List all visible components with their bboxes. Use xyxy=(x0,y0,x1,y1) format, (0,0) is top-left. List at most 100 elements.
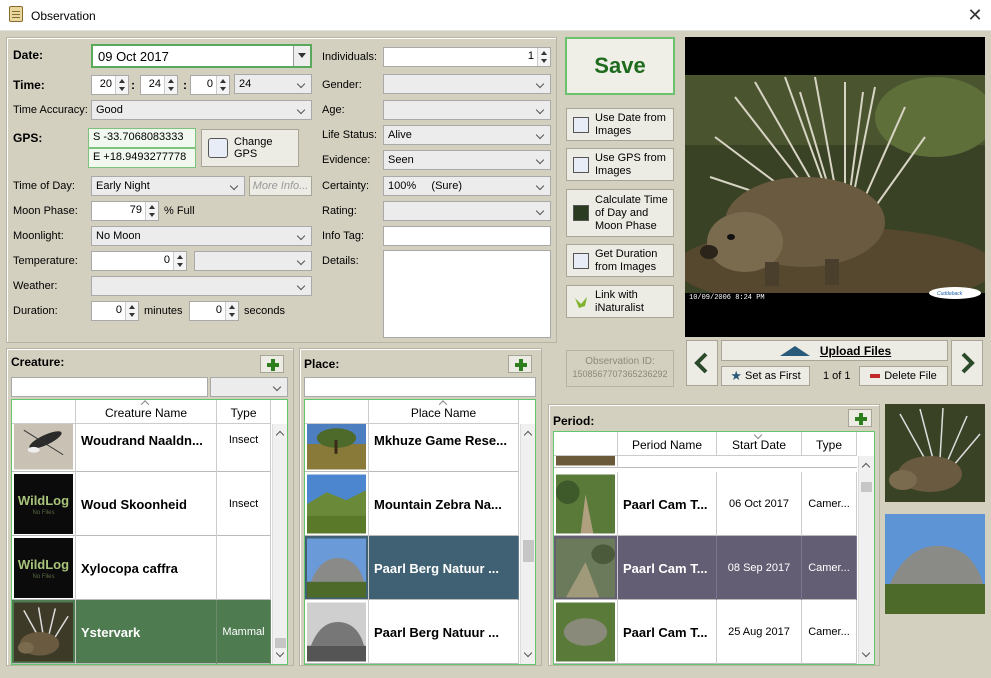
chevron-up-icon[interactable] xyxy=(523,430,533,440)
period-scrollbar[interactable] xyxy=(858,456,874,664)
evidence-label: Evidence: xyxy=(322,154,371,166)
individuals-stepper[interactable]: 1 xyxy=(383,47,551,67)
time-second-stepper[interactable]: 0 xyxy=(190,75,230,95)
moonlight-select[interactable]: No Moon xyxy=(91,226,312,246)
chevron-down-icon xyxy=(296,254,308,268)
set-as-first-button[interactable]: ★ Set as First xyxy=(721,366,810,386)
temperature-stepper[interactable]: 0 xyxy=(91,251,187,271)
use-date-from-images-button[interactable]: Use Date from Images xyxy=(566,108,674,141)
creature-thumbnail: WildLog No Files xyxy=(12,472,76,536)
trail-thumbnail xyxy=(556,474,615,534)
date-field[interactable]: 09 Oct 2017 xyxy=(91,44,312,68)
use-gps-from-images-button[interactable]: Use GPS from Images xyxy=(566,148,674,181)
time-label: Time: xyxy=(13,78,45,92)
rock-bw-thumbnail xyxy=(307,602,366,662)
upload-files-button[interactable]: Upload Files xyxy=(721,340,948,361)
table-row[interactable]: Woudrand Naaldn... Insect xyxy=(12,424,271,472)
star-icon: ★ xyxy=(730,368,743,383)
camera-brand-mark: Cuddeback xyxy=(937,291,963,297)
add-place-button[interactable] xyxy=(508,355,532,373)
image-timestamp: 10/09/2006 8:24 PM xyxy=(689,294,765,302)
table-row-selected[interactable]: Ystervark Mammal xyxy=(12,600,271,664)
place-search-input[interactable] xyxy=(304,377,536,397)
moon-phase-label: Moon Phase: xyxy=(13,205,78,217)
chevron-up-icon[interactable] xyxy=(275,430,285,440)
save-button[interactable]: Save xyxy=(565,37,675,95)
observation-image[interactable]: 10/09/2006 8:24 PM Cuddeback xyxy=(685,37,985,337)
chevron-down-icon[interactable] xyxy=(275,648,285,658)
duration-seconds-stepper[interactable]: 0 xyxy=(189,301,239,321)
link-inaturalist-button[interactable]: Link with iNaturalist xyxy=(566,285,674,318)
weather-select[interactable] xyxy=(91,276,312,296)
period-name-header[interactable]: Period Name xyxy=(618,432,717,456)
table-row[interactable]: Mkhuze Game Rese... xyxy=(305,424,519,472)
info-tag-input[interactable] xyxy=(383,226,551,246)
table-row-selected[interactable]: Paarl Berg Natuur ... xyxy=(305,536,519,600)
table-row[interactable]: Paarl Cam T... 25 Aug 2017 Camer... xyxy=(554,600,857,664)
insect-thumbnail xyxy=(14,424,73,470)
gender-select[interactable] xyxy=(383,74,551,94)
gps-latitude: S -33.7068083333 xyxy=(88,128,196,148)
chevron-down-icon[interactable] xyxy=(523,648,533,658)
porcupine-photo: 10/09/2006 8:24 PM Cuddeback xyxy=(685,75,985,337)
time-minute-stepper[interactable]: 24 xyxy=(140,75,178,95)
place-title: Place: xyxy=(304,357,340,371)
evidence-select[interactable]: Seen xyxy=(383,150,551,170)
table-row[interactable]: WildLog No Files Xylocopa caffra xyxy=(12,536,271,600)
rating-select[interactable] xyxy=(383,201,551,221)
title-bar: Observation ✕ xyxy=(0,0,991,31)
chevron-down-icon[interactable] xyxy=(861,648,871,658)
table-row[interactable]: Paarl Berg Natuur ... xyxy=(305,600,519,664)
temperature-unit-select[interactable] xyxy=(194,251,312,271)
time-of-day-select[interactable]: Early Night xyxy=(91,176,245,196)
creature-search-input[interactable] xyxy=(11,377,208,397)
date-dropdown-icon[interactable] xyxy=(293,46,310,66)
duration-minutes-stepper[interactable]: 0 xyxy=(91,301,139,321)
table-row-partial[interactable] xyxy=(554,456,857,468)
creature-name-header[interactable]: Creature Name xyxy=(76,400,217,424)
time-accuracy-select[interactable]: Good xyxy=(91,100,312,120)
place-scrollbar[interactable] xyxy=(520,424,535,664)
place-name-header[interactable]: Place Name xyxy=(369,400,519,424)
age-select[interactable] xyxy=(383,100,551,120)
previous-image-button[interactable] xyxy=(686,340,718,386)
table-row[interactable]: WildLog No Files Woud Skoonheid Insect xyxy=(12,472,271,536)
time-sep-2: : xyxy=(183,78,187,92)
more-info-button[interactable]: More Info... xyxy=(249,176,312,196)
porcupine-thumbnail xyxy=(14,602,73,662)
details-textarea[interactable] xyxy=(383,250,551,338)
period-type-header[interactable]: Type xyxy=(802,432,857,456)
certainty-select[interactable]: 100% (Sure) xyxy=(383,176,551,196)
change-gps-button[interactable]: Change GPS xyxy=(201,129,299,167)
table-row-selected[interactable]: Paarl Cam T... 08 Sep 2017 Camer... xyxy=(554,536,857,600)
time-format-select[interactable]: 24 xyxy=(234,74,312,94)
creature-name: Woudrand Naaldn... xyxy=(76,424,217,472)
add-creature-button[interactable] xyxy=(260,355,284,373)
side-thumbnail-rock[interactable] xyxy=(885,514,985,614)
place-rows: Mkhuze Game Rese... Mountain Zebra Na...… xyxy=(305,424,519,664)
side-thumbnail-porcupine[interactable] xyxy=(885,404,985,502)
creature-type-header[interactable]: Type xyxy=(217,400,271,424)
close-icon[interactable]: ✕ xyxy=(963,4,987,26)
life-status-select[interactable]: Alive xyxy=(383,125,551,145)
time-hour-stepper[interactable]: 20 xyxy=(91,75,129,95)
get-duration-from-images-button[interactable]: Get Duration from Images xyxy=(566,244,674,277)
creature-type xyxy=(217,536,271,600)
info-tag-label: Info Tag: xyxy=(322,230,364,242)
next-image-button[interactable] xyxy=(951,340,983,386)
table-row[interactable]: Mountain Zebra Na... xyxy=(305,472,519,536)
creature-filter-select[interactable] xyxy=(210,377,288,397)
period-start-header[interactable]: Start Date xyxy=(717,432,802,456)
calculate-time-of-day-button[interactable]: Calculate Time of Day and Moon Phase xyxy=(566,189,674,237)
add-period-button[interactable] xyxy=(848,409,872,427)
moon-phase-stepper[interactable]: 79 xyxy=(91,201,159,221)
delete-file-button[interactable]: Delete File xyxy=(859,366,948,386)
gps-icon xyxy=(573,156,589,173)
place-thumbnail xyxy=(305,600,369,664)
chevron-up-icon[interactable] xyxy=(861,462,871,472)
gps-longitude: E +18.9493277778 xyxy=(88,148,196,168)
table-row[interactable]: Paarl Cam T... 06 Oct 2017 Camer... xyxy=(554,472,857,536)
creature-scrollbar[interactable] xyxy=(272,424,287,664)
observation-id-label: Observation ID: xyxy=(585,356,655,367)
chevron-down-icon xyxy=(296,77,308,91)
